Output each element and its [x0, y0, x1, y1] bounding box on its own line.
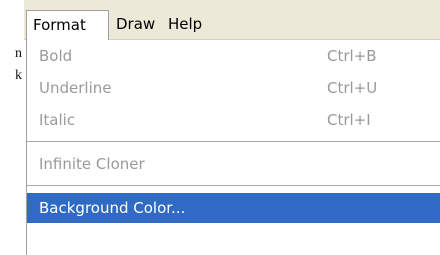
- menu-bar: Format Draw Help: [24, 0, 440, 40]
- menu-item-label: Underline: [39, 79, 112, 97]
- menu-item-shortcut: Ctrl+I: [327, 111, 371, 129]
- menu-item-label: Background Color...: [39, 199, 186, 217]
- menu-draw[interactable]: Draw: [110, 10, 161, 40]
- menu-item-bold[interactable]: Bold Ctrl+B: [27, 40, 440, 72]
- menu-item-label: Italic: [39, 111, 76, 129]
- menu-item-shortcut: Ctrl+B: [327, 47, 377, 65]
- format-dropdown-menu: Bold Ctrl+B Underline Ctrl+U Italic Ctrl…: [26, 40, 440, 255]
- menu-item-italic[interactable]: Italic Ctrl+I: [27, 104, 440, 136]
- menu-format[interactable]: Format: [26, 10, 109, 40]
- menu-item-infinite-cloner[interactable]: Infinite Cloner: [27, 148, 440, 180]
- background-glyph: k: [15, 68, 22, 83]
- menu-item-underline[interactable]: Underline Ctrl+U: [27, 72, 440, 104]
- menu-item-background-color[interactable]: Background Color...: [27, 193, 440, 223]
- menu-item-label: Infinite Cloner: [39, 155, 145, 173]
- background-glyph: n: [15, 46, 22, 61]
- menu-item-label: Bold: [39, 47, 73, 65]
- menu-separator: [27, 141, 440, 143]
- menu-item-shortcut: Ctrl+U: [327, 79, 378, 97]
- menu-help[interactable]: Help: [162, 10, 208, 40]
- menu-separator: [27, 185, 440, 187]
